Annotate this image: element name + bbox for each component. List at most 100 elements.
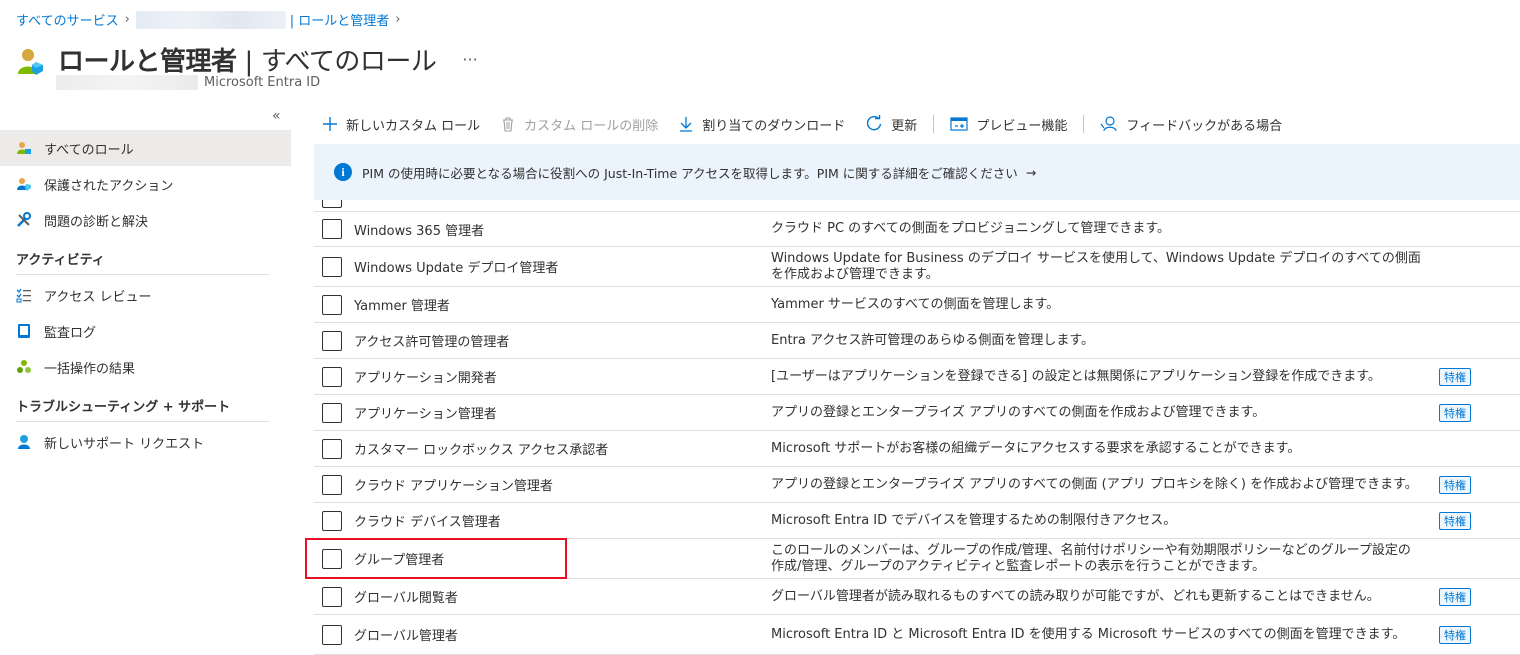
row-checkbox[interactable] [322, 256, 342, 277]
table-row[interactable]: Yammer 管理者 Yammer サービスのすべての側面を管理します。 [314, 287, 1520, 323]
banner-text[interactable]: PIM の使用時に必要となる場合に役割への Just-In-Time アクセスを… [362, 163, 1018, 182]
row-checkbox[interactable] [322, 624, 342, 645]
sidebar-item-new-support-request[interactable]: 新しいサポート リクエスト [0, 424, 291, 460]
privileged-badge: 特権 [1439, 367, 1471, 386]
row-checkbox[interactable] [322, 200, 342, 208]
sidebar-item-label: すべてのロール [44, 142, 134, 158]
title-separator: | [244, 46, 254, 77]
toolbar-separator [1083, 115, 1085, 133]
role-description: Windows Update for Business のデプロイ サービスを使… [771, 250, 1421, 282]
divider [16, 274, 269, 275]
roles-admins-icon [16, 46, 48, 78]
role-description: Microsoft Entra ID と Microsoft Entra ID … [771, 626, 1406, 642]
audit-log-icon [16, 323, 32, 339]
row-checkbox[interactable] [322, 330, 342, 351]
table-row[interactable]: クラウド アプリケーション管理者 アプリの登録とエンタープライズ アプリのすべて… [314, 467, 1520, 503]
feedback-button[interactable]: フィードバックがある場合 [1100, 115, 1282, 134]
role-name[interactable]: Yammer 管理者 [354, 295, 450, 314]
preview-features-button[interactable]: プレビュー機能 [950, 115, 1067, 134]
breadcrumb-tenant-redacted[interactable] [135, 10, 286, 29]
table-row[interactable]: アクセス許可管理の管理者 Entra アクセス許可管理のあらゆる側面を管理します… [314, 323, 1520, 359]
row-checkbox[interactable] [322, 548, 342, 569]
role-description: クラウド PC のすべての側面をプロビジョニングして管理できます。 [771, 221, 1171, 236]
refresh-button[interactable]: 更新 [865, 115, 917, 134]
row-checkbox[interactable] [322, 219, 342, 239]
access-review-icon [16, 287, 32, 303]
protected-actions-icon [16, 176, 32, 192]
feedback-icon [1100, 115, 1118, 133]
role-description: Microsoft Entra ID でデバイスを管理するための制限付きアクセス… [771, 512, 1177, 528]
info-icon: i [334, 163, 352, 181]
row-checkbox[interactable] [322, 402, 342, 423]
sidebar-item-all-roles[interactable]: すべてのロール [0, 130, 291, 166]
breadcrumb-roles-admins[interactable]: | ロールと管理者 [290, 10, 390, 29]
row-checkbox[interactable] [322, 474, 342, 495]
delete-custom-role-button[interactable]: カスタム ロールの削除 [500, 115, 658, 134]
arrow-right-icon[interactable]: → [1026, 165, 1036, 180]
role-description: アプリの登録とエンタープライズ アプリのすべての側面を作成および管理できます。 [771, 404, 1266, 420]
role-name[interactable]: アプリケーション開発者 [354, 367, 497, 386]
table-row[interactable]: Windows Update デプロイ管理者 Windows Update fo… [314, 247, 1520, 287]
role-name[interactable]: アプリケーション管理者 [354, 403, 497, 422]
table-row[interactable]: カスタマー ロックボックス アクセス承認者 Microsoft サポートがお客様… [314, 431, 1520, 467]
table-row[interactable]: グローバル管理者 Microsoft Entra ID と Microsoft … [314, 615, 1520, 655]
row-checkbox[interactable] [322, 586, 342, 607]
privileged-badge: 特権 [1439, 587, 1471, 606]
role-name[interactable]: Windows 365 管理者 [354, 220, 484, 239]
row-checkbox[interactable] [322, 294, 342, 315]
command-bar: 新しいカスタム ロール カスタム ロールの削除 割り当てのダウンロード 更新 プ… [322, 112, 1282, 136]
new-custom-role-button[interactable]: 新しいカスタム ロール [322, 115, 480, 134]
role-name[interactable]: グローバル閲覧者 [354, 587, 458, 606]
roles-table: Windows 365 管理者 クラウド PC のすべての側面をプロビジョニング… [314, 200, 1520, 655]
role-description: Yammer サービスのすべての側面を管理します。 [771, 296, 1060, 312]
row-checkbox[interactable] [322, 366, 342, 387]
row-checkbox[interactable] [322, 510, 342, 531]
page-title-main: ロールと管理者 [58, 46, 237, 77]
page-header: ロールと管理者 | すべてのロール ··· [16, 40, 478, 78]
refresh-icon [865, 115, 883, 133]
role-description: グローバル管理者が読み取れるものすべての読み取りが可能ですが、どれも更新すること… [771, 588, 1380, 604]
table-row-cropped [314, 200, 1520, 212]
row-checkbox[interactable] [322, 438, 342, 459]
table-row[interactable]: Windows 365 管理者 クラウド PC のすべての側面をプロビジョニング… [314, 212, 1520, 247]
sidebar-item-label: アクセス レビュー [44, 289, 152, 305]
role-name[interactable]: カスタマー ロックボックス アクセス承認者 [354, 439, 608, 458]
role-description: Microsoft サポートがお客様の組織データにアクセスする要求を承認すること… [771, 440, 1301, 456]
role-name[interactable]: Windows Update デプロイ管理者 [354, 257, 558, 276]
sidebar-item-label: 新しいサポート リクエスト [44, 436, 205, 452]
table-row[interactable]: グループ管理者 このロールのメンバーは、グループの作成/管理、名前付けポリシーや… [314, 539, 1520, 579]
role-name[interactable]: アクセス許可管理の管理者 [354, 331, 509, 350]
privileged-badge: 特権 [1439, 403, 1471, 422]
role-name[interactable]: クラウド アプリケーション管理者 [354, 475, 553, 494]
page-title: ロールと管理者 | すべてのロール [58, 41, 437, 78]
sidebar-item-label: 保護されたアクション [44, 178, 174, 194]
role-name[interactable]: グローバル管理者 [354, 625, 458, 644]
role-description: Entra アクセス許可管理のあらゆる側面を管理します。 [771, 332, 1095, 348]
table-row[interactable]: クラウド デバイス管理者 Microsoft Entra ID でデバイスを管理… [314, 503, 1520, 539]
privileged-badge: 特権 [1439, 625, 1471, 644]
role-name[interactable]: グループ管理者 [354, 549, 444, 568]
more-options-button[interactable]: ··· [462, 50, 477, 69]
sidebar-item-label: 監査ログ [44, 325, 97, 341]
sidebar-item-audit-logs[interactable]: 監査ログ [0, 313, 291, 349]
page-title-sub: すべてのロール [260, 46, 437, 77]
sidebar-item-diagnose[interactable]: 問題の診断と解決 [0, 202, 291, 238]
sidebar-item-protected-actions[interactable]: 保護されたアクション [0, 166, 291, 202]
pim-info-banner: i PIM の使用時に必要となる場合に役割への Just-In-Time アクセ… [314, 144, 1520, 200]
sidebar-item-label: 一括操作の結果 [44, 361, 136, 377]
download-icon [678, 116, 694, 132]
table-row[interactable]: アプリケーション管理者 アプリの登録とエンタープライズ アプリのすべての側面を作… [314, 395, 1520, 431]
button-label: プレビュー機能 [976, 118, 1068, 134]
table-row[interactable]: グローバル閲覧者 グローバル管理者が読み取れるものすべての読み取りが可能ですが、… [314, 579, 1520, 615]
breadcrumb-all-services[interactable]: すべてのサービス [16, 10, 119, 29]
sidebar-item-access-review[interactable]: アクセス レビュー [0, 277, 291, 313]
sidebar-item-bulk-ops[interactable]: 一括操作の結果 [0, 349, 291, 385]
button-label: 新しいカスタム ロール [346, 118, 481, 134]
button-label: 更新 [891, 118, 918, 134]
table-row[interactable]: アプリケーション開発者 [ユーザーはアプリケーションを登録できる] の設定とは無… [314, 359, 1520, 395]
section-support: トラブルシューティング + サポート [16, 400, 231, 415]
download-assignments-button[interactable]: 割り当てのダウンロード [678, 115, 845, 134]
collapse-nav-button[interactable]: « [272, 108, 281, 124]
role-name[interactable]: クラウド デバイス管理者 [354, 511, 501, 530]
sidebar-item-label: 問題の診断と解決 [44, 214, 149, 230]
